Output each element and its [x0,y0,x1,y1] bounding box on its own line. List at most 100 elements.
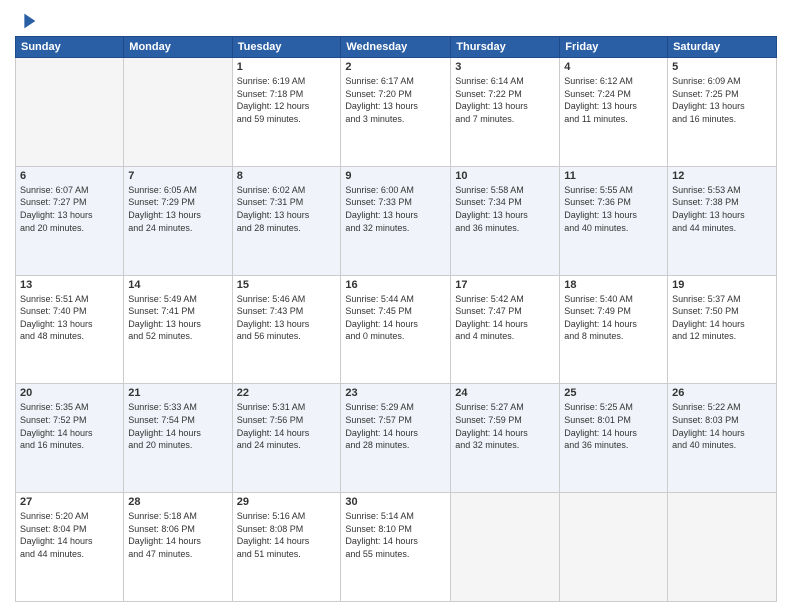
day-number: 25 [564,387,663,399]
calendar-cell: 30 Sunrise: 5:14 AM Sunset: 8:10 PM Dayli… [341,493,451,602]
cell-info: Sunrise: 5:35 AM Sunset: 7:52 PM Dayligh… [20,401,119,451]
cell-info: Sunrise: 5:31 AM Sunset: 7:56 PM Dayligh… [237,401,337,451]
calendar-cell [124,58,232,167]
calendar-cell: 19 Sunrise: 5:37 AM Sunset: 7:50 PM Dayli… [668,275,777,384]
cell-info: Sunrise: 5:49 AM Sunset: 7:41 PM Dayligh… [128,293,227,343]
cell-info: Sunrise: 6:05 AM Sunset: 7:29 PM Dayligh… [128,184,227,234]
day-number: 5 [672,61,772,73]
calendar-body: 1 Sunrise: 6:19 AM Sunset: 7:18 PM Daylig… [16,58,777,602]
day-number: 17 [455,279,555,291]
cell-info: Sunrise: 5:40 AM Sunset: 7:49 PM Dayligh… [564,293,663,343]
day-number: 19 [672,279,772,291]
header [15,10,777,32]
day-number: 16 [345,279,446,291]
day-number: 8 [237,170,337,182]
cell-info: Sunrise: 5:55 AM Sunset: 7:36 PM Dayligh… [564,184,663,234]
weekday-header-friday: Friday [560,37,668,58]
cell-info: Sunrise: 5:25 AM Sunset: 8:01 PM Dayligh… [564,401,663,451]
cell-info: Sunrise: 5:58 AM Sunset: 7:34 PM Dayligh… [455,184,555,234]
day-number: 10 [455,170,555,182]
calendar-cell: 16 Sunrise: 5:44 AM Sunset: 7:45 PM Dayli… [341,275,451,384]
calendar-cell: 13 Sunrise: 5:51 AM Sunset: 7:40 PM Dayli… [16,275,124,384]
day-number: 24 [455,387,555,399]
cell-info: Sunrise: 6:09 AM Sunset: 7:25 PM Dayligh… [672,75,772,125]
day-number: 13 [20,279,119,291]
cell-info: Sunrise: 5:37 AM Sunset: 7:50 PM Dayligh… [672,293,772,343]
calendar-header: SundayMondayTuesdayWednesdayThursdayFrid… [16,37,777,58]
cell-info: Sunrise: 5:14 AM Sunset: 8:10 PM Dayligh… [345,510,446,560]
day-number: 7 [128,170,227,182]
calendar-cell: 28Sunrise: 5:18 AM Sunset: 8:06 PM Dayli… [124,493,232,602]
calendar-cell [560,493,668,602]
calendar-cell: 21Sunrise: 5:33 AM Sunset: 7:54 PM Dayli… [124,384,232,493]
cell-info: Sunrise: 6:12 AM Sunset: 7:24 PM Dayligh… [564,75,663,125]
weekday-header-thursday: Thursday [451,37,560,58]
cell-info: Sunrise: 5:16 AM Sunset: 8:08 PM Dayligh… [237,510,337,560]
calendar-cell [16,58,124,167]
calendar-cell: 6 Sunrise: 6:07 AM Sunset: 7:27 PM Daylig… [16,166,124,275]
calendar-cell: 15Sunrise: 5:46 AM Sunset: 7:43 PM Dayli… [232,275,341,384]
cell-info: Sunrise: 6:07 AM Sunset: 7:27 PM Dayligh… [20,184,119,234]
cell-info: Sunrise: 6:17 AM Sunset: 7:20 PM Dayligh… [345,75,446,125]
day-number: 2 [345,61,446,73]
day-number: 1 [237,61,337,73]
week-row-4: 20 Sunrise: 5:35 AM Sunset: 7:52 PM Dayli… [16,384,777,493]
cell-info: Sunrise: 5:22 AM Sunset: 8:03 PM Dayligh… [672,401,772,451]
cell-info: Sunrise: 5:18 AM Sunset: 8:06 PM Dayligh… [128,510,227,560]
day-number: 29 [237,496,337,508]
day-number: 12 [672,170,772,182]
calendar-cell: 2 Sunrise: 6:17 AM Sunset: 7:20 PM Daylig… [341,58,451,167]
calendar-cell: 12 Sunrise: 5:53 AM Sunset: 7:38 PM Dayli… [668,166,777,275]
calendar-cell [668,493,777,602]
week-row-2: 6 Sunrise: 6:07 AM Sunset: 7:27 PM Daylig… [16,166,777,275]
cell-info: Sunrise: 6:19 AM Sunset: 7:18 PM Dayligh… [237,75,337,125]
calendar-cell: 23 Sunrise: 5:29 AM Sunset: 7:57 PM Dayli… [341,384,451,493]
cell-info: Sunrise: 5:51 AM Sunset: 7:40 PM Dayligh… [20,293,119,343]
calendar-cell: 20 Sunrise: 5:35 AM Sunset: 7:52 PM Dayli… [16,384,124,493]
calendar-cell: 9 Sunrise: 6:00 AM Sunset: 7:33 PM Daylig… [341,166,451,275]
week-row-1: 1 Sunrise: 6:19 AM Sunset: 7:18 PM Daylig… [16,58,777,167]
calendar-cell: 18 Sunrise: 5:40 AM Sunset: 7:49 PM Dayli… [560,275,668,384]
cell-info: Sunrise: 5:33 AM Sunset: 7:54 PM Dayligh… [128,401,227,451]
calendar-cell: 14 Sunrise: 5:49 AM Sunset: 7:41 PM Dayli… [124,275,232,384]
day-number: 14 [128,279,227,291]
page: SundayMondayTuesdayWednesdayThursdayFrid… [0,0,792,612]
calendar-cell: 3Sunrise: 6:14 AM Sunset: 7:22 PM Daylig… [451,58,560,167]
cell-info: Sunrise: 5:44 AM Sunset: 7:45 PM Dayligh… [345,293,446,343]
cell-info: Sunrise: 5:53 AM Sunset: 7:38 PM Dayligh… [672,184,772,234]
day-number: 23 [345,387,446,399]
day-number: 9 [345,170,446,182]
weekday-header-monday: Monday [124,37,232,58]
logo [15,10,39,32]
cell-info: Sunrise: 5:29 AM Sunset: 7:57 PM Dayligh… [345,401,446,451]
weekday-header-wednesday: Wednesday [341,37,451,58]
cell-info: Sunrise: 5:20 AM Sunset: 8:04 PM Dayligh… [20,510,119,560]
cell-info: Sunrise: 6:02 AM Sunset: 7:31 PM Dayligh… [237,184,337,234]
cell-info: Sunrise: 6:14 AM Sunset: 7:22 PM Dayligh… [455,75,555,125]
calendar-cell: 25 Sunrise: 5:25 AM Sunset: 8:01 PM Dayli… [560,384,668,493]
calendar-cell [451,493,560,602]
calendar-cell: 17Sunrise: 5:42 AM Sunset: 7:47 PM Dayli… [451,275,560,384]
day-number: 18 [564,279,663,291]
calendar-cell: 24Sunrise: 5:27 AM Sunset: 7:59 PM Dayli… [451,384,560,493]
weekday-header-tuesday: Tuesday [232,37,341,58]
day-number: 6 [20,170,119,182]
day-number: 30 [345,496,446,508]
day-number: 27 [20,496,119,508]
calendar-cell: 4Sunrise: 6:12 AM Sunset: 7:24 PM Daylig… [560,58,668,167]
day-number: 22 [237,387,337,399]
calendar-cell: 11Sunrise: 5:55 AM Sunset: 7:36 PM Dayli… [560,166,668,275]
weekday-header-sunday: Sunday [16,37,124,58]
calendar-cell: 29 Sunrise: 5:16 AM Sunset: 8:08 PM Dayli… [232,493,341,602]
calendar-table: SundayMondayTuesdayWednesdayThursdayFrid… [15,36,777,602]
header-row: SundayMondayTuesdayWednesdayThursdayFrid… [16,37,777,58]
day-number: 20 [20,387,119,399]
calendar-cell: 27 Sunrise: 5:20 AM Sunset: 8:04 PM Dayli… [16,493,124,602]
day-number: 26 [672,387,772,399]
week-row-5: 27 Sunrise: 5:20 AM Sunset: 8:04 PM Dayli… [16,493,777,602]
calendar-cell: 26 Sunrise: 5:22 AM Sunset: 8:03 PM Dayli… [668,384,777,493]
calendar-cell: 22 Sunrise: 5:31 AM Sunset: 7:56 PM Dayli… [232,384,341,493]
calendar-cell: 5 Sunrise: 6:09 AM Sunset: 7:25 PM Daylig… [668,58,777,167]
cell-info: Sunrise: 6:00 AM Sunset: 7:33 PM Dayligh… [345,184,446,234]
logo-icon [17,10,39,32]
